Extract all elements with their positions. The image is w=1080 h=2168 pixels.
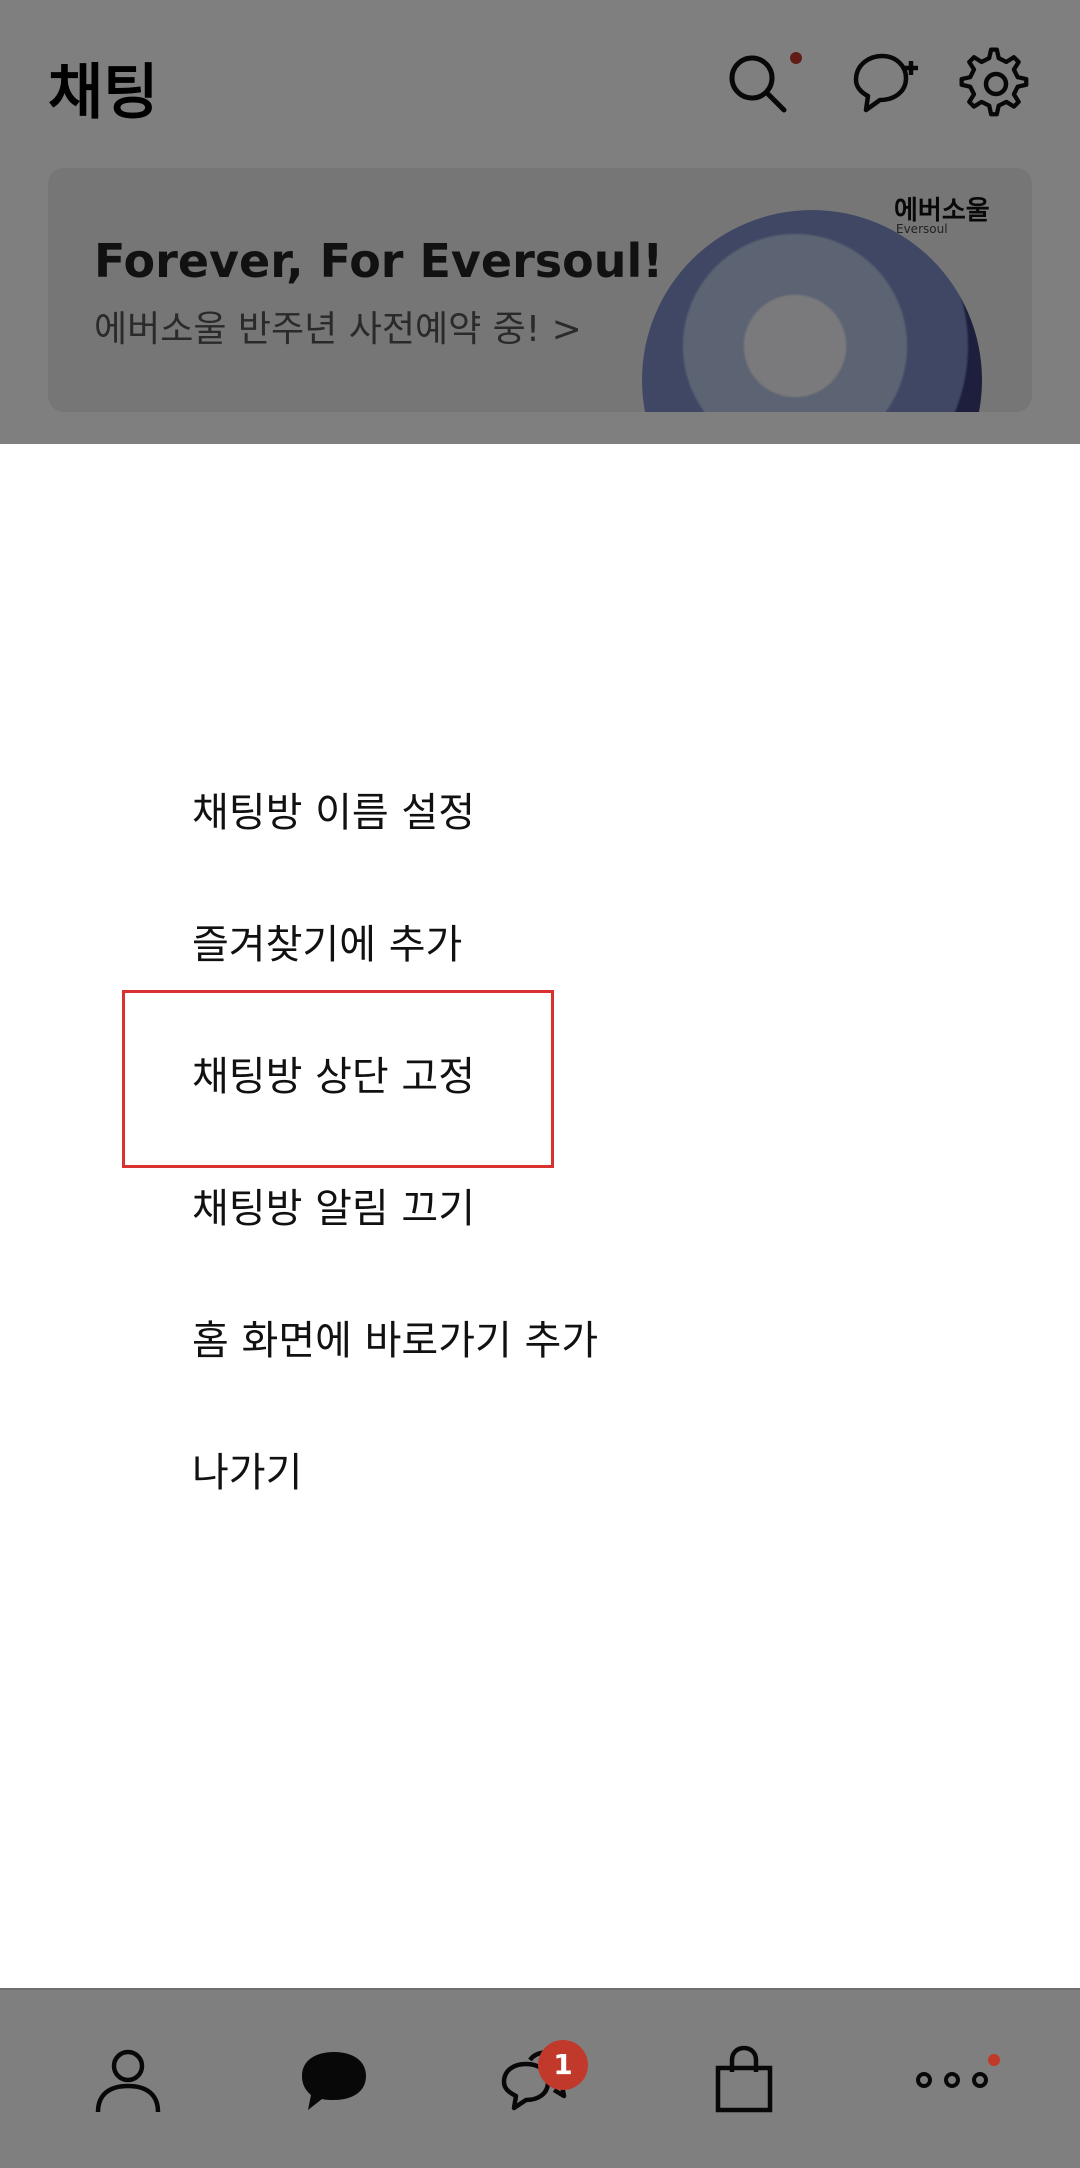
chat-room-options-sheet: 채팅방 이름 설정 즐겨찾기에 추가 채팅방 상단 고정 채팅방 알림 끄기 홈… <box>0 444 1080 1988</box>
dim-overlay-bottom[interactable] <box>0 1988 1080 2168</box>
openchat-unread-badge: 1 <box>538 2040 588 2090</box>
menu-item-add-home-shortcut[interactable]: 홈 화면에 바로가기 추가 <box>192 1308 598 1366</box>
menu-item-leave[interactable]: 나가기 <box>192 1440 302 1498</box>
highlight-box <box>122 990 554 1168</box>
more-notification-dot <box>988 2054 1000 2066</box>
dim-overlay-top[interactable] <box>0 0 1080 444</box>
menu-item-mute-notifications[interactable]: 채팅방 알림 끄기 <box>192 1176 475 1234</box>
menu-item-rename[interactable]: 채팅방 이름 설정 <box>192 780 475 838</box>
menu-item-add-favorite[interactable]: 즐겨찾기에 추가 <box>192 912 462 970</box>
